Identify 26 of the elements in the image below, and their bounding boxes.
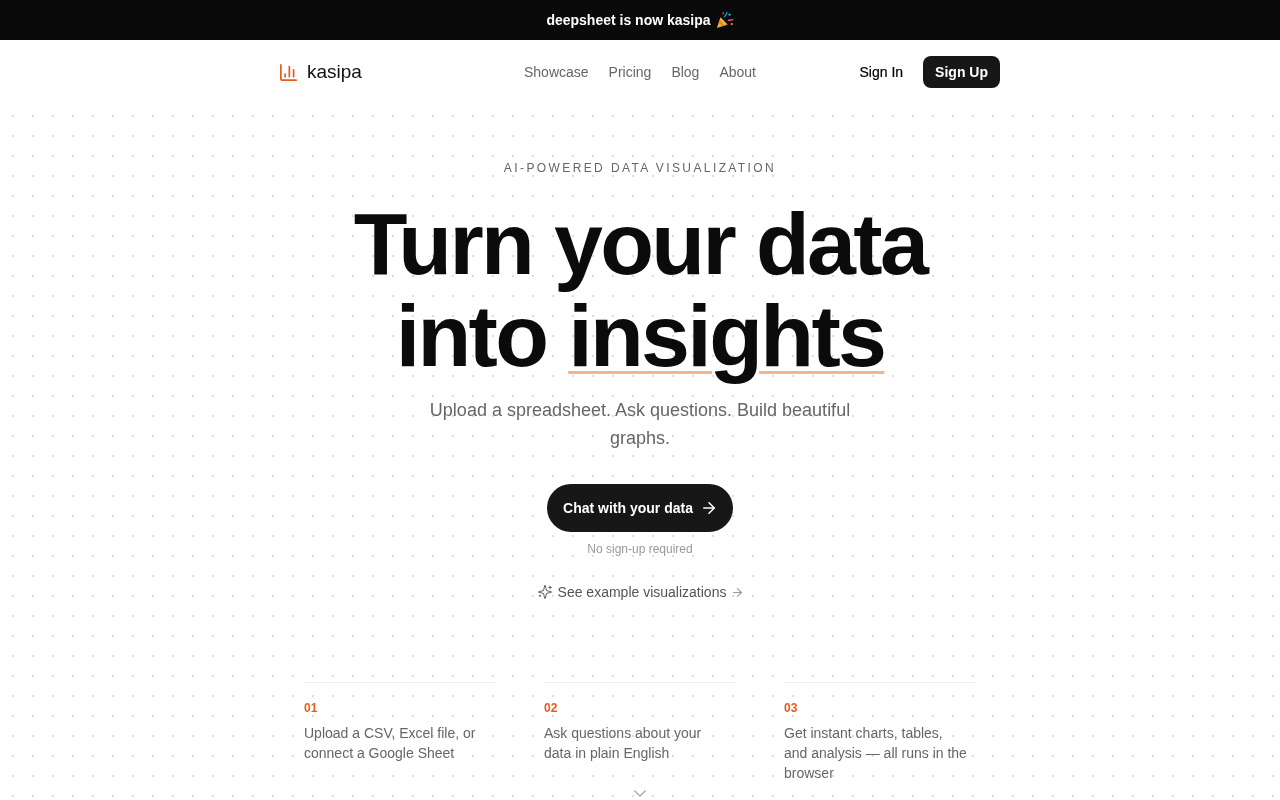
step-number: 03 <box>784 700 798 716</box>
hero-headline: Turn your data into insights <box>352 198 929 387</box>
sign-in-link[interactable]: Sign In <box>859 64 904 80</box>
sign-up-button[interactable]: Sign Up <box>923 56 1000 88</box>
party-popper-icon <box>715 11 734 29</box>
cta-note: No sign-up required <box>587 541 693 557</box>
examples-link[interactable]: See example visualizations <box>537 582 743 602</box>
step-text: Ask questions about your data in plain English <box>544 724 703 763</box>
nav-link[interactable]: Blog <box>671 64 700 80</box>
chat-button[interactable]: Chat with your data <box>547 484 733 532</box>
arrow-right-icon <box>702 502 715 514</box>
hero-subtitle: Upload a spreadsheet. Ask questions. Build beautiful graphs. <box>428 399 852 450</box>
brand-link[interactable]: kasipa <box>280 61 362 83</box>
nav-link[interactable]: About <box>719 64 756 80</box>
step-number: 02 <box>544 700 558 716</box>
step-text: Upload a CSV, Excel file, or connect a Google Sheet <box>304 724 477 763</box>
step-text: Get instant charts, tables, and analysis — all runs in the browser <box>784 724 968 783</box>
nav-link[interactable]: Showcase <box>524 64 589 80</box>
announcement-text: deepsheet is now kasipa <box>546 12 711 28</box>
chevron-down-icon[interactable] <box>634 790 646 797</box>
nav-link[interactable]: Pricing <box>608 64 652 80</box>
step-number: 01 <box>304 700 318 716</box>
sparkles-icon <box>537 585 552 599</box>
arrow-right-icon <box>733 587 743 597</box>
eyebrow-text: AI-POWERED DATA VISUALIZATION <box>503 160 777 176</box>
bar-chart-icon <box>280 63 297 81</box>
